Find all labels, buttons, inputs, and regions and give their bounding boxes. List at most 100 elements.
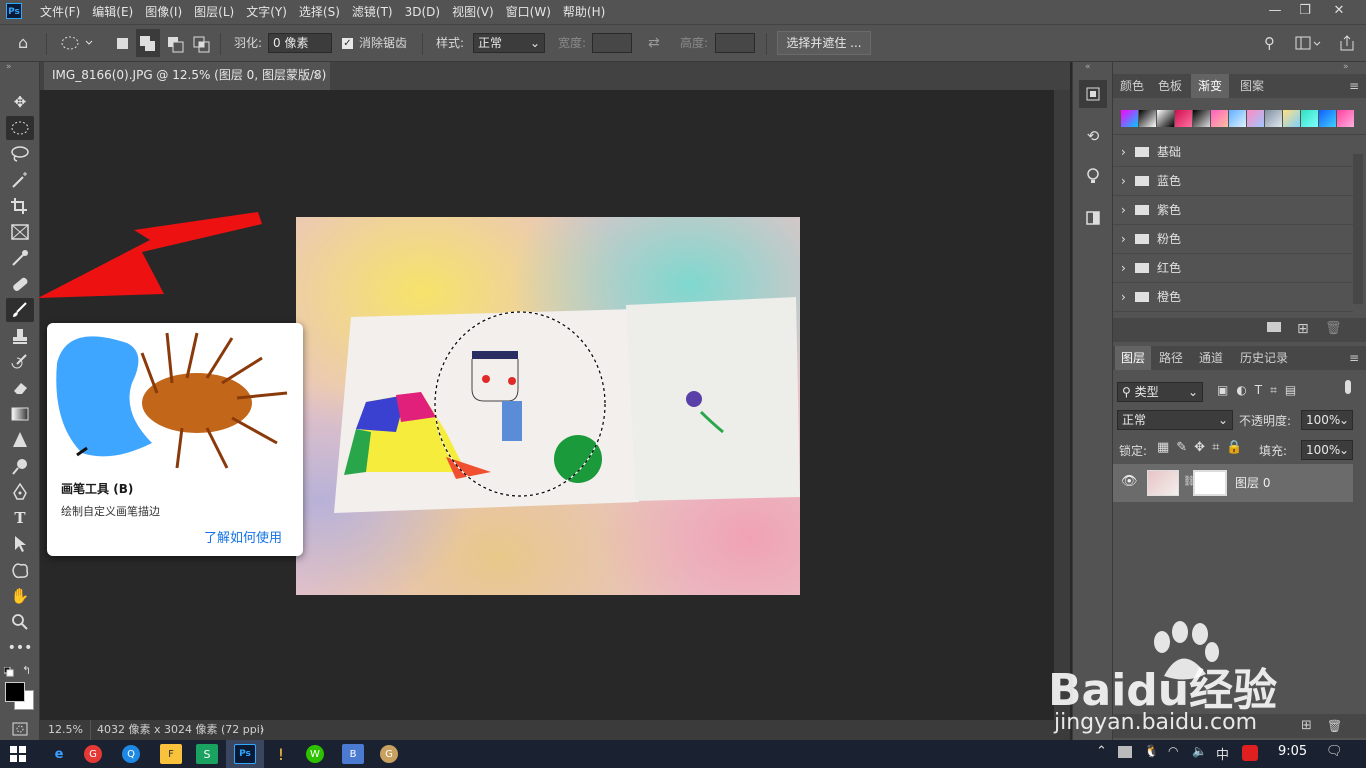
dodge-tool-icon[interactable]	[6, 454, 34, 478]
properties-panel-icon[interactable]	[1079, 80, 1107, 108]
gradient-swatch[interactable]	[1247, 110, 1264, 127]
ime-indicator[interactable]: 中	[1216, 744, 1229, 763]
history-panel-icon[interactable]: ⟲	[1079, 122, 1107, 150]
volume-icon[interactable]: 🔈	[1192, 744, 1207, 758]
tab-paths[interactable]: 路径	[1153, 346, 1189, 370]
tab-layers[interactable]: 图层	[1115, 346, 1151, 370]
new-selection-icon[interactable]	[112, 25, 134, 61]
tray-app-icon[interactable]	[1118, 746, 1132, 758]
chrome-icon[interactable]: G	[84, 745, 102, 763]
select-and-mask-button[interactable]: 选择并遮住 ...	[777, 31, 871, 55]
panel-menu-icon[interactable]: ≡	[1349, 74, 1359, 98]
close-tab-icon[interactable]: ×	[312, 62, 322, 88]
notification-center-icon[interactable]: 🗨	[1326, 744, 1343, 759]
swap-colors-icon[interactable]: ↰	[22, 664, 31, 677]
minimize-button[interactable]: —	[1258, 0, 1292, 24]
wechat-icon[interactable]: W	[306, 745, 324, 763]
lasso-tool-icon[interactable]	[6, 142, 34, 166]
menu-image[interactable]: 图像(I)	[139, 0, 188, 24]
learn-how-link[interactable]: 了解如何使用	[204, 527, 282, 546]
gradient-folder-red[interactable]: › 红色	[1113, 254, 1353, 283]
gradient-swatch[interactable]	[1229, 110, 1246, 127]
gradient-swatch[interactable]	[1121, 110, 1138, 127]
menu-help[interactable]: 帮助(H)	[557, 0, 611, 24]
windows-start-icon[interactable]	[10, 746, 26, 765]
tab-color[interactable]: 颜色	[1113, 74, 1151, 98]
height-input[interactable]	[715, 33, 755, 53]
home-icon[interactable]: ⌂	[18, 25, 28, 61]
tool-preset-picker[interactable]	[60, 25, 94, 61]
status-menu-arrow[interactable]: ›	[260, 720, 264, 740]
gradient-swatch[interactable]	[1139, 110, 1156, 127]
panel-menu-icon[interactable]: ≡	[1349, 346, 1359, 370]
app-icon[interactable]: G	[380, 745, 398, 763]
more-tools-icon[interactable]: •••	[6, 636, 34, 660]
gradient-swatch[interactable]	[1319, 110, 1336, 127]
collapse-icon[interactable]: «	[1085, 62, 1091, 72]
feather-input[interactable]: 0 像素	[268, 33, 332, 53]
blend-mode-select[interactable]: 正常 ⌄	[1117, 410, 1233, 430]
sheets-icon[interactable]: S	[196, 744, 218, 764]
gradient-list-scrollbar[interactable]	[1353, 154, 1363, 304]
restore-button[interactable]: ❐	[1288, 0, 1322, 24]
tab-patterns[interactable]: 图案	[1231, 74, 1273, 98]
swap-icon[interactable]: ⇄	[648, 25, 660, 61]
blur-tool-icon[interactable]	[6, 428, 34, 452]
default-colors-icon[interactable]	[3, 666, 14, 677]
pen-tool-icon[interactable]	[6, 480, 34, 504]
gradient-swatch[interactable]	[1193, 110, 1210, 127]
menu-filter[interactable]: 滤镜(T)	[346, 0, 399, 24]
gradient-swatch[interactable]	[1211, 110, 1228, 127]
intersect-selection-icon[interactable]	[190, 25, 212, 61]
type-tool-icon[interactable]: T	[6, 506, 34, 530]
app-icon[interactable]: B	[342, 744, 364, 764]
workspace-icon[interactable]	[1294, 25, 1324, 61]
width-input[interactable]	[592, 33, 632, 53]
menu-3d[interactable]: 3D(D)	[399, 0, 446, 24]
menu-edit[interactable]: 编辑(E)	[86, 0, 139, 24]
layer-mask-thumbnail[interactable]	[1193, 470, 1227, 496]
ie-browser-icon[interactable]: e	[48, 744, 70, 764]
hand-tool-icon[interactable]: ✋	[6, 584, 34, 608]
share-icon[interactable]	[1338, 25, 1356, 61]
close-button[interactable]: ✕	[1322, 0, 1356, 24]
menu-layer[interactable]: 图层(L)	[188, 0, 240, 24]
browser-icon[interactable]: Q	[122, 745, 140, 763]
file-explorer-icon[interactable]: F	[160, 744, 182, 764]
document-image[interactable]	[296, 217, 800, 595]
style-select[interactable]: 正常 ⌄	[473, 33, 545, 53]
layer-name[interactable]: 图层 0	[1235, 464, 1270, 502]
delete-icon[interactable]: 🗑	[1325, 318, 1342, 340]
subtract-from-selection-icon[interactable]	[164, 25, 186, 61]
gradient-folder-blue[interactable]: › 蓝色	[1113, 167, 1353, 196]
layer-filter-select[interactable]: ⚲ 类型 ⌄	[1117, 382, 1203, 402]
layer-row[interactable]: 👁 ⛓ 图层 0	[1113, 464, 1353, 502]
menu-window[interactable]: 窗口(W)	[500, 0, 557, 24]
path-selection-tool-icon[interactable]	[6, 532, 34, 556]
gradient-swatch[interactable]	[1283, 110, 1300, 127]
history-brush-tool-icon[interactable]	[6, 350, 34, 374]
menu-select[interactable]: 选择(S)	[293, 0, 346, 24]
magic-wand-tool-icon[interactable]	[6, 168, 34, 192]
warning-app-icon[interactable]: !	[270, 744, 292, 764]
quick-mask-icon[interactable]	[12, 722, 28, 739]
antialias-checkbox[interactable]: ✓	[342, 25, 353, 61]
zoom-tool-icon[interactable]	[6, 610, 34, 634]
filter-toggle-icon[interactable]	[1345, 380, 1351, 394]
gradient-swatch[interactable]	[1175, 110, 1192, 127]
elliptical-marquee-tool-icon[interactable]	[6, 116, 34, 140]
gradient-folder-pink[interactable]: › 粉色	[1113, 225, 1353, 254]
gradient-swatch[interactable]	[1265, 110, 1282, 127]
foreground-color-swatch[interactable]	[5, 682, 25, 702]
libraries-panel-icon[interactable]	[1079, 204, 1107, 232]
collapse-icon[interactable]: »	[1343, 62, 1349, 72]
gradient-swatch[interactable]	[1157, 110, 1174, 127]
clone-stamp-tool-icon[interactable]	[6, 324, 34, 348]
gradient-folder-basic[interactable]: › 基础	[1113, 138, 1353, 167]
gradient-tool-icon[interactable]	[6, 402, 34, 426]
eraser-tool-icon[interactable]	[6, 376, 34, 400]
tab-history[interactable]: 历史记录	[1235, 346, 1293, 370]
gradient-swatch[interactable]	[1301, 110, 1318, 127]
menu-file[interactable]: 文件(F)	[34, 0, 86, 24]
new-gradient-icon[interactable]: ⊞	[1297, 318, 1309, 340]
